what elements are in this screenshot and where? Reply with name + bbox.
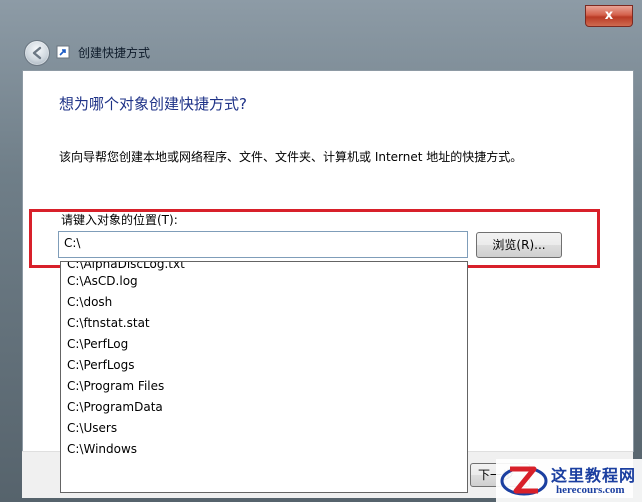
watermark-url: herecours.com (556, 484, 625, 496)
list-item[interactable]: C:\Users (61, 418, 467, 439)
list-item[interactable]: C:\PerfLogs (61, 355, 467, 376)
list-item[interactable]: C:\AsCD.log (61, 271, 467, 292)
list-item[interactable]: C:\ProgramData (61, 397, 467, 418)
list-item[interactable]: C:\AlphaDiscLog.txt (61, 262, 467, 271)
list-item[interactable]: C:\Windows (61, 439, 467, 460)
title-bar: 创建快捷方式 x (0, 0, 642, 78)
autocomplete-list[interactable]: C:\AlphaDiscLog.txt C:\AsCD.log C:\dosh … (60, 261, 468, 493)
arrow-left-icon (32, 46, 42, 60)
back-button[interactable] (24, 40, 50, 66)
close-button[interactable]: x (585, 5, 633, 27)
wizard-description: 该向导帮您创建本地或网络程序、文件、文件夹、计算机或 Internet 地址的快… (59, 150, 523, 164)
list-item[interactable]: C:\Program Files (61, 376, 467, 397)
page-title: 想为哪个对象创建快捷方式? (59, 95, 247, 113)
location-input[interactable]: C:\ (58, 231, 468, 258)
window-title: 创建快捷方式 (78, 46, 151, 60)
logo-icon (500, 466, 548, 496)
list-item[interactable]: C:\ftnstat.stat (61, 313, 467, 334)
list-item[interactable]: C:\PerfLog (61, 334, 467, 355)
list-item[interactable]: C:\dosh (61, 292, 467, 313)
window-frame: 创建快捷方式 x 想为哪个对象创建快捷方式? 该向导帮您创建本地或网络程序、文件… (0, 0, 642, 502)
shortcut-icon (56, 45, 70, 59)
watermark-title: 这里教程网 (551, 466, 637, 485)
browse-button[interactable]: 浏览(R)... (476, 232, 562, 258)
watermark: 这里教程网 herecours.com (496, 459, 642, 502)
